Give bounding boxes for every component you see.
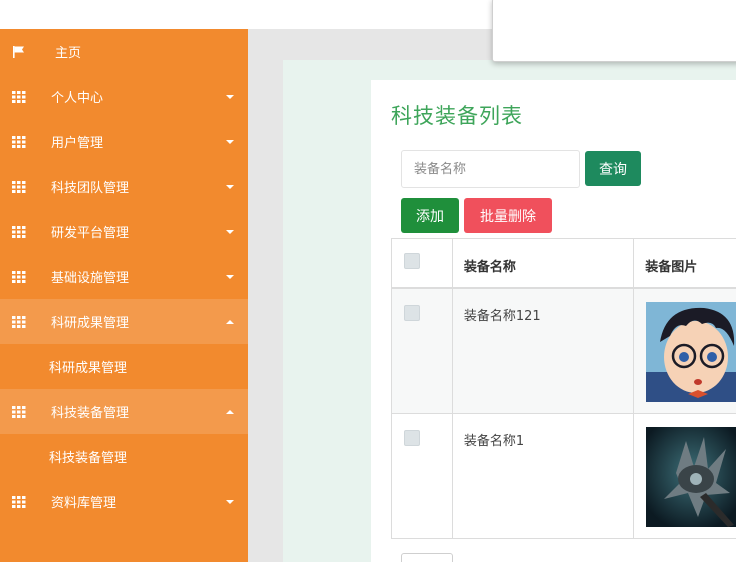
sidebar-item-label: 主页 bbox=[55, 46, 82, 61]
sidebar-item-research-results-management[interactable]: 科研成果管理 bbox=[0, 299, 248, 344]
pager-text: ... bbox=[462, 555, 474, 562]
grid-icon bbox=[12, 180, 26, 193]
sidebar-item-tech-team-management[interactable]: 科技团队管理 bbox=[0, 164, 248, 209]
chevron-up-icon bbox=[226, 409, 234, 414]
grid-icon bbox=[12, 270, 26, 283]
grid-icon bbox=[12, 225, 26, 238]
sidebar-item-label: 资料库管理 bbox=[51, 496, 117, 511]
image-cell bbox=[634, 414, 736, 538]
chevron-down-icon bbox=[226, 94, 234, 99]
grid-icon bbox=[12, 495, 26, 508]
equipment-image[interactable] bbox=[646, 302, 736, 402]
sidebar-item-label: 研发平台管理 bbox=[51, 226, 130, 241]
sidebar-item-label: 科研成果管理 bbox=[51, 316, 130, 331]
grid-icon bbox=[12, 405, 26, 418]
column-header-image: 装备图片 bbox=[645, 260, 698, 275]
header-check-cell bbox=[392, 239, 453, 287]
header-cell: 装备名称 bbox=[453, 239, 635, 287]
equipment-table: 装备名称 装备图片 装备名称121 装备名称1 bbox=[391, 238, 736, 539]
chevron-down-icon bbox=[226, 274, 234, 279]
query-button[interactable]: 查询 bbox=[585, 151, 641, 186]
chevron-up-icon bbox=[226, 319, 234, 324]
sidebar-item-rd-platform-management[interactable]: 研发平台管理 bbox=[0, 209, 248, 254]
equipment-name: 装备名称1 bbox=[463, 434, 525, 449]
grid-icon bbox=[12, 315, 26, 328]
equipment-name: 装备名称121 bbox=[463, 309, 541, 324]
search-input[interactable] bbox=[401, 150, 580, 188]
sidebar-item-user-management[interactable]: 用户管理 bbox=[0, 119, 248, 164]
sidebar-item-label: 个人中心 bbox=[51, 91, 104, 106]
batch-delete-button[interactable]: 批量删除 bbox=[464, 198, 552, 233]
table-header-row: 装备名称 装备图片 bbox=[392, 239, 736, 289]
sidebar-subitem-tech-equipment-management[interactable]: 科技装备管理 bbox=[0, 434, 248, 479]
flag-icon bbox=[13, 45, 24, 58]
page-size-select[interactable] bbox=[401, 553, 453, 562]
row-checkbox[interactable] bbox=[404, 430, 420, 446]
check-cell bbox=[392, 289, 453, 413]
chevron-down-icon bbox=[226, 499, 234, 504]
add-button[interactable]: 添加 bbox=[401, 198, 459, 233]
sidebar-item-personal-center[interactable]: 个人中心 bbox=[0, 74, 248, 119]
chevron-down-icon bbox=[226, 184, 234, 189]
sidebar: 主页 个人中心 用户管理 科技团队管理 研发平台管理 基础设施管理 科研成果管理… bbox=[0, 29, 248, 562]
sidebar-item-tech-equipment-management[interactable]: 科技装备管理 bbox=[0, 389, 248, 434]
sidebar-item-label: 科技团队管理 bbox=[51, 181, 130, 196]
image-cell bbox=[634, 289, 736, 413]
select-all-checkbox[interactable] bbox=[404, 253, 420, 269]
check-cell bbox=[392, 414, 453, 538]
chevron-down-icon bbox=[226, 229, 234, 234]
sidebar-item-label: 基础设施管理 bbox=[51, 271, 130, 286]
row-checkbox[interactable] bbox=[404, 305, 420, 321]
equipment-image[interactable] bbox=[646, 427, 736, 527]
page-title: 科技装备列表 bbox=[391, 104, 523, 128]
sidebar-item-label: 科技装备管理 bbox=[51, 406, 130, 421]
header-cell: 装备图片 bbox=[634, 239, 736, 287]
table-row: 装备名称1 bbox=[392, 414, 736, 539]
dropdown-panel bbox=[492, 0, 736, 62]
column-header-name: 装备名称 bbox=[463, 260, 516, 275]
sidebar-item-infrastructure-management[interactable]: 基础设施管理 bbox=[0, 254, 248, 299]
name-cell: 装备名称121 bbox=[453, 289, 635, 413]
sidebar-item-home[interactable]: 主页 bbox=[0, 29, 248, 74]
chevron-down-icon bbox=[226, 139, 234, 144]
grid-icon bbox=[12, 90, 26, 103]
sidebar-item-library-management[interactable]: 资料库管理 bbox=[0, 479, 248, 524]
grid-icon bbox=[12, 135, 26, 148]
sidebar-subitem-research-results-management[interactable]: 科研成果管理 bbox=[0, 344, 248, 389]
sidebar-item-label: 用户管理 bbox=[51, 136, 104, 151]
name-cell: 装备名称1 bbox=[453, 414, 635, 538]
table-row: 装备名称121 bbox=[392, 289, 736, 414]
